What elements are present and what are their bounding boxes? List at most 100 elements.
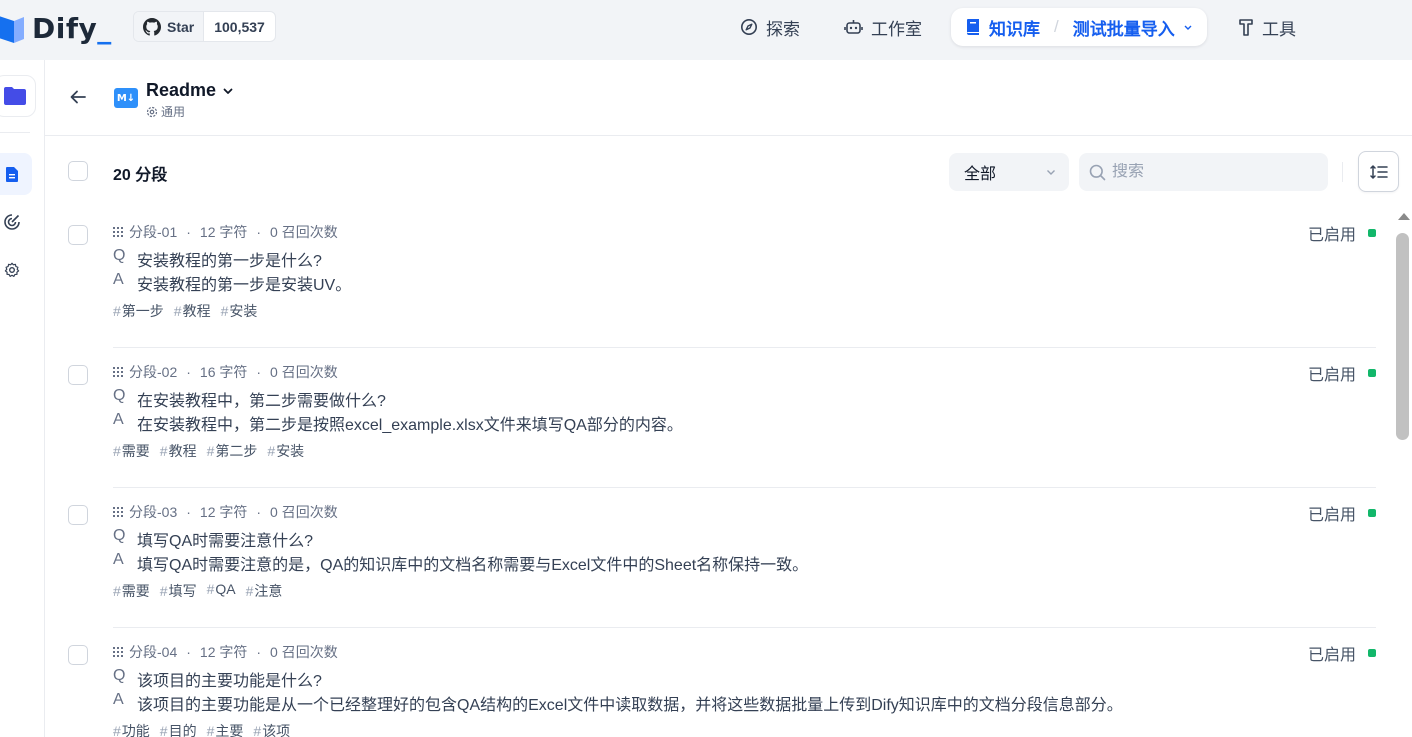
github-star-count[interactable]: 100,537 <box>204 12 275 41</box>
segment-checkbox[interactable] <box>68 225 88 245</box>
meta-separator: · <box>256 364 262 380</box>
search-box[interactable] <box>1079 153 1328 191</box>
dify-wordmark: Dify_ <box>32 11 112 45</box>
chevron-down-icon <box>1047 170 1055 175</box>
document-mode-label: 通用 <box>161 105 186 119</box>
segment-keywords: #第一步 #教程 #安装 <box>113 301 257 321</box>
segment-checkbox[interactable] <box>68 365 88 385</box>
status-dot <box>1368 369 1376 377</box>
segment-question: Q 该项目的主要功能是什么? <box>113 667 322 691</box>
nav-dataset-label[interactable]: 测试批量导入 <box>1073 15 1175 40</box>
answer-label: A <box>113 691 124 708</box>
sidebar-item-documents[interactable] <box>0 153 32 195</box>
select-all-checkbox[interactable] <box>68 161 88 181</box>
segment-toolbar: 20 分段 全部 <box>45 136 1412 208</box>
dataset-icon-button[interactable] <box>0 75 36 117</box>
segment-count: 20 分段 <box>113 167 168 184</box>
segment-keywords: #需要 #填写 #QA #注意 <box>113 581 282 601</box>
keyword-tag: #需要 <box>113 443 150 459</box>
segment-id: 分段-02 <box>129 364 178 380</box>
segment-hits: 0 召回次数 <box>270 364 338 380</box>
nav-explore-label: 探索 <box>766 19 800 39</box>
nav-explore[interactable]: 探索 <box>726 8 814 46</box>
question-label: Q <box>113 247 126 264</box>
nav-tools[interactable]: 工具 <box>1224 8 1310 46</box>
segment-status-label: 已启用 <box>1307 367 1356 384</box>
document-title: Readme <box>146 80 217 100</box>
keyword-tag: #安装 <box>220 303 258 319</box>
sidebar-item-retrieval-testing[interactable] <box>0 201 32 243</box>
segment-card[interactable]: 分段-02 · 16 字符 · 0 召回次数 已启用 Q 在安装教程中，第二步需要… <box>45 348 1390 488</box>
github-star-badge[interactable]: Star 100,537 <box>133 11 276 42</box>
grid-dots-icon <box>113 647 123 657</box>
grid-dots-icon <box>113 507 123 517</box>
book-icon <box>967 19 979 35</box>
segment-meta: 分段-02 · 16 字符 · 0 召回次数 <box>113 362 338 382</box>
segment-checkbox[interactable] <box>68 505 88 525</box>
meta-separator: · <box>186 504 191 520</box>
segment-status-label: 已启用 <box>1307 227 1356 244</box>
chevron-down-icon[interactable] <box>1183 22 1193 32</box>
document-mode: 通用 <box>146 103 185 120</box>
search-input[interactable] <box>1112 163 1312 181</box>
segment-card[interactable]: 分段-03 · 12 字符 · 0 召回次数 已启用 Q 填写QA时需要注意什么?… <box>45 488 1390 628</box>
status-filter-select[interactable]: 全部 <box>949 153 1069 191</box>
segment-chars: 16 字符 <box>199 364 248 380</box>
toolbar-divider <box>1342 162 1343 182</box>
status-dot <box>1368 229 1376 237</box>
segment-answer: A 在安装教程中，第二步是按照excel_example.xlsx文件来填写QA部… <box>113 411 683 435</box>
keyword-tag: #安装 <box>267 443 305 459</box>
status-dot <box>1368 509 1376 517</box>
segment-id: 分段-04 <box>129 644 178 660</box>
nav-tools-label: 工具 <box>1262 19 1296 39</box>
question-label: Q <box>113 387 126 404</box>
keyword-tag: #第一步 <box>113 303 164 319</box>
chevron-down-icon <box>223 88 233 94</box>
nav-knowledge[interactable]: 知识库 / 测试批量导入 <box>951 8 1207 46</box>
segment-status: 已启用 <box>1308 501 1376 525</box>
segment-answer: A 该项目的主要功能是从一个已经整理好的包含QA结构的Excel文件中读取数据，并… <box>113 691 1123 715</box>
meta-separator: · <box>186 224 191 240</box>
nav-studio-label: 工作室 <box>871 19 922 39</box>
segment-card[interactable]: 分段-04 · 12 字符 · 0 召回次数 已启用 Q 该项目的主要功能是什么?… <box>45 628 1390 737</box>
main-panel: M↓ Readme 通用 20 分段 全部 搜索 分段-01 · 12 字符 ·… <box>45 60 1412 737</box>
segment-hits: 0 召回次数 <box>270 504 338 520</box>
back-button[interactable] <box>67 86 89 108</box>
segment-status: 已启用 <box>1308 361 1376 385</box>
gear-icon <box>4 262 20 277</box>
segment-meta: 分段-04 · 12 字符 · 0 召回次数 <box>113 642 338 662</box>
github-star-button[interactable]: Star <box>134 12 205 41</box>
github-icon <box>143 17 161 36</box>
nav-studio[interactable]: 工作室 <box>830 8 936 46</box>
scroll-up-arrow[interactable] <box>1398 213 1410 220</box>
dataset-sidebar <box>0 60 45 737</box>
answer-text: 该项目的主要功能是从一个已经整理好的包含QA结构的Excel文件中读取数据，并将… <box>137 697 1123 714</box>
keyword-tag: #该项 <box>253 723 291 737</box>
segment-card[interactable]: 分段-01 · 12 字符 · 0 召回次数 已启用 Q 安装教程的第一步是什么?… <box>45 208 1390 348</box>
scrollbar[interactable] <box>1394 208 1412 737</box>
dify-logo[interactable]: Dify_ <box>0 8 112 48</box>
document-title-dropdown[interactable]: Readme <box>146 80 234 101</box>
target-icon <box>4 214 20 230</box>
hammer-icon <box>1239 19 1253 36</box>
grid-dots-icon <box>113 227 123 237</box>
grid-dots-icon <box>113 367 123 377</box>
segment-checkbox[interactable] <box>68 645 88 665</box>
segment-chars: 12 字符 <box>199 224 248 240</box>
keyword-tag: #功能 <box>113 723 150 737</box>
sidebar-divider <box>0 132 30 133</box>
meta-separator: · <box>186 364 191 380</box>
keyword-tag: #目的 <box>159 723 197 737</box>
scrollbar-thumb[interactable] <box>1396 233 1409 440</box>
answer-text: 安装教程的第一步是安装UV。 <box>137 277 352 294</box>
segment-meta: 分段-01 · 12 字符 · 0 召回次数 <box>113 222 338 242</box>
segment-keywords: #需要 #教程 #第二步 #安装 <box>113 441 304 461</box>
sidebar-item-settings[interactable] <box>0 249 32 291</box>
question-text: 在安装教程中，第二步需要做什么? <box>137 393 386 410</box>
document-header: M↓ Readme 通用 <box>45 60 1412 136</box>
collapse-toggle-button[interactable] <box>1358 151 1399 192</box>
question-text: 安装教程的第一步是什么? <box>137 253 322 270</box>
answer-text: 在安装教程中，第二步是按照excel_example.xlsx文件来填写QA部分… <box>137 417 683 434</box>
document-icon <box>6 166 18 182</box>
segment-status: 已启用 <box>1308 221 1376 245</box>
